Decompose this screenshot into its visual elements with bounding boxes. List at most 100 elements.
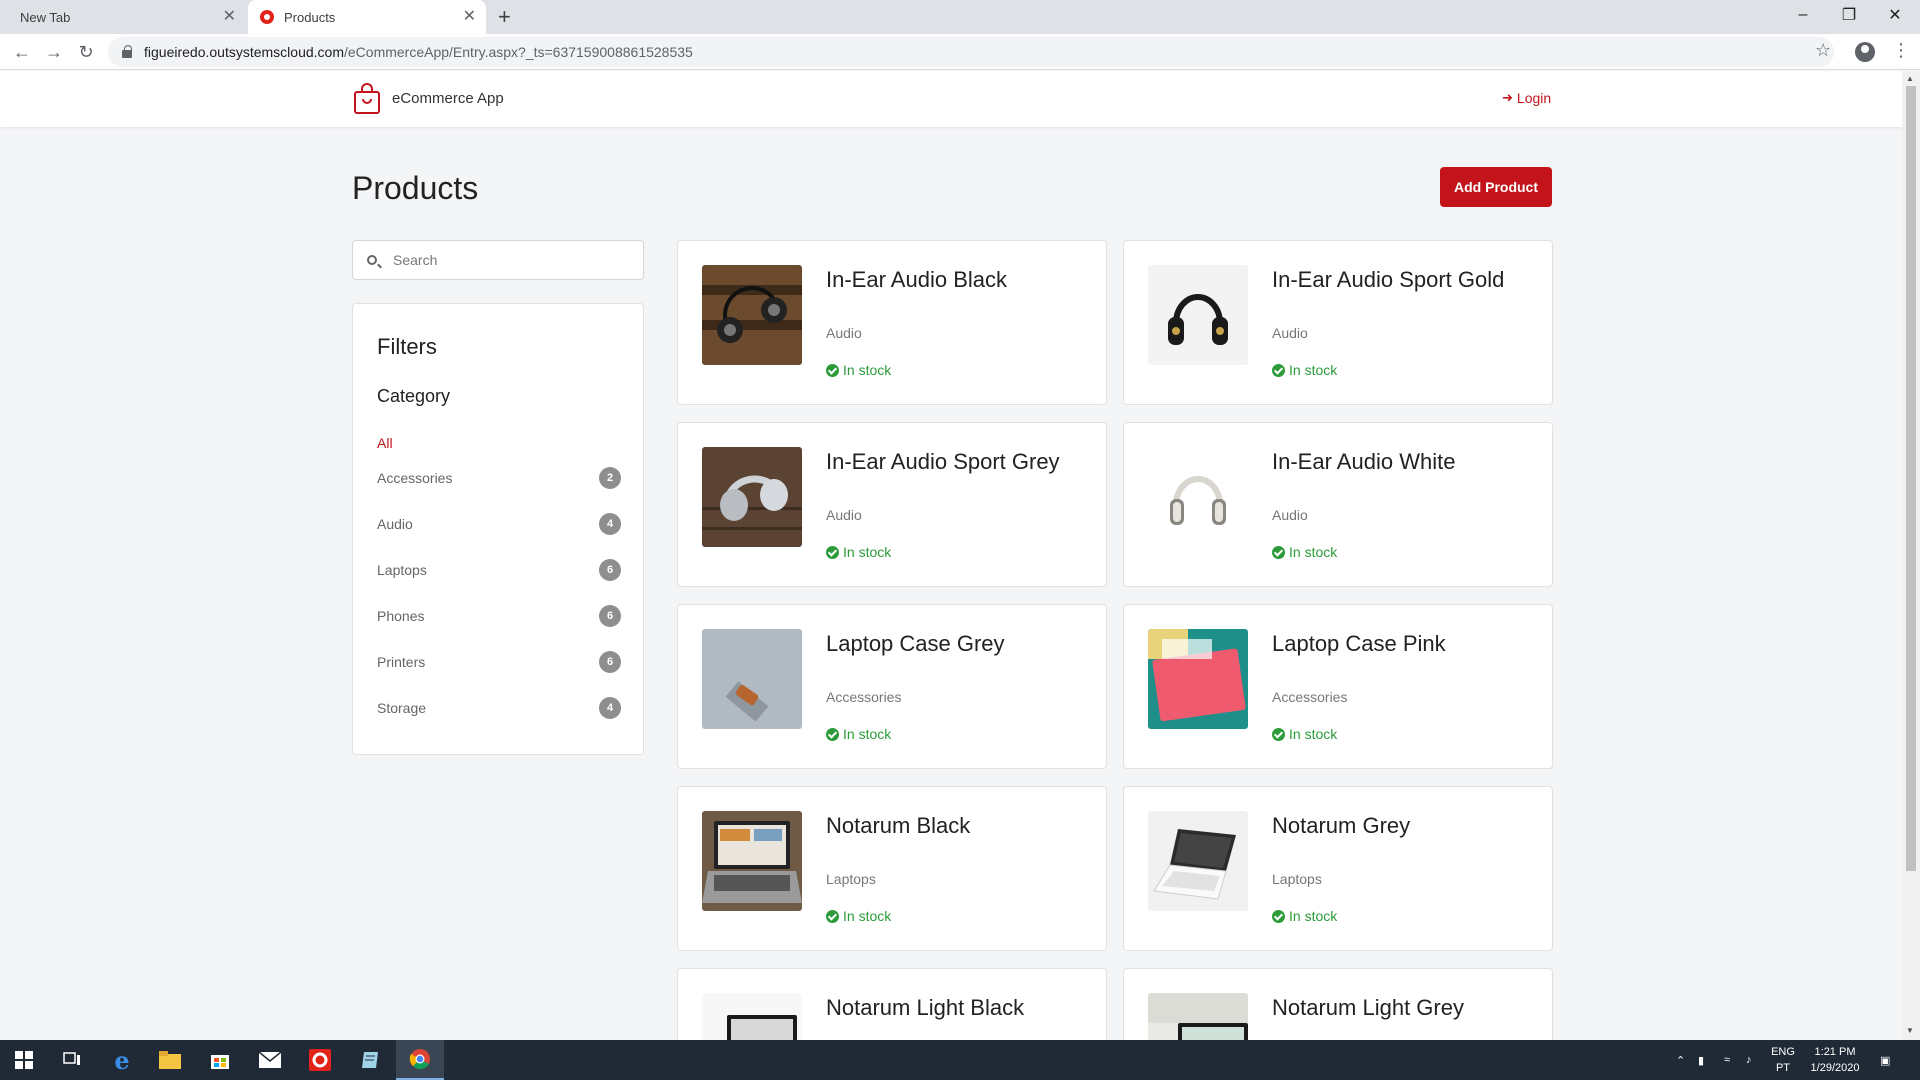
product-image[interactable]	[1148, 811, 1248, 911]
product-card[interactable]: Laptop Case Grey Accessories In stock	[677, 604, 1107, 769]
volume-icon[interactable]: ♪	[1746, 1040, 1752, 1080]
category-printers[interactable]: Printers 6	[377, 650, 621, 674]
mail-icon[interactable]	[246, 1040, 294, 1080]
stock-label: In stock	[1289, 726, 1338, 742]
search-box[interactable]	[352, 240, 644, 280]
stock-label: In stock	[843, 726, 892, 742]
product-card[interactable]: In-Ear Audio Sport Grey Audio In stock	[677, 422, 1107, 587]
new-tab-button[interactable]: +	[498, 4, 511, 30]
close-window-icon[interactable]: ✕	[1872, 0, 1918, 30]
product-name[interactable]: In-Ear Audio Sport Gold	[1272, 267, 1504, 293]
stock-label: In stock	[843, 544, 892, 560]
url-path: /eCommerceApp/Entry.aspx?_ts=63715900886…	[344, 44, 693, 60]
category-count-badge: 4	[599, 513, 621, 535]
app-name[interactable]: eCommerce App	[392, 90, 504, 107]
product-name[interactable]: Notarum Black	[826, 813, 970, 839]
product-image[interactable]	[702, 993, 802, 1040]
product-name[interactable]: In-Ear Audio Black	[826, 267, 1007, 293]
category-label: Laptops	[377, 562, 427, 578]
product-category: Laptops	[826, 871, 876, 887]
language-indicator[interactable]: ENG PT	[1768, 1044, 1798, 1076]
battery-icon[interactable]: ▮	[1698, 1040, 1704, 1080]
search-input[interactable]	[393, 252, 623, 268]
product-card[interactable]: Notarum Light Grey	[1123, 968, 1553, 1040]
product-name[interactable]: Laptop Case Pink	[1272, 631, 1446, 657]
category-phones[interactable]: Phones 6	[377, 604, 621, 628]
category-accessories[interactable]: Accessories 2	[377, 466, 621, 490]
product-image[interactable]	[702, 265, 802, 365]
tab-products[interactable]: Products ✕	[248, 0, 486, 34]
page-scrollbar[interactable]: ▲ ▼	[1902, 71, 1920, 1040]
category-laptops[interactable]: Laptops 6	[377, 558, 621, 582]
address-bar[interactable]: figueiredo.outsystemscloud.com/eCommerce…	[108, 37, 1834, 67]
close-icon[interactable]: ✕	[463, 8, 476, 26]
windows-start-icon[interactable]	[0, 1040, 48, 1080]
check-circle-icon	[826, 727, 839, 741]
category-audio[interactable]: Audio 4	[377, 512, 621, 536]
category-label: Audio	[377, 516, 413, 532]
product-image[interactable]	[1148, 447, 1248, 547]
product-card[interactable]: Notarum Black Laptops In stock	[677, 786, 1107, 951]
site-favicon-icon	[260, 10, 274, 24]
filters-title: Filters	[377, 334, 437, 359]
chrome-icon[interactable]	[396, 1040, 444, 1080]
product-image[interactable]	[1148, 629, 1248, 729]
product-name[interactable]: Notarum Grey	[1272, 813, 1410, 839]
shopping-bag-logo-icon[interactable]	[353, 83, 381, 115]
add-product-button[interactable]: Add Product	[1440, 167, 1552, 207]
product-category: Accessories	[826, 689, 902, 705]
category-count-badge: 6	[599, 559, 621, 581]
product-name[interactable]: In-Ear Audio White	[1272, 449, 1455, 475]
notepad-icon[interactable]	[346, 1040, 394, 1080]
restore-icon[interactable]: ❐	[1826, 0, 1872, 30]
product-name[interactable]: Notarum Light Black	[826, 995, 1024, 1021]
stock-label: In stock	[1289, 362, 1338, 378]
tab-new-tab[interactable]: New Tab ✕	[8, 0, 246, 34]
product-name[interactable]: Notarum Light Grey	[1272, 995, 1464, 1021]
close-icon[interactable]: ✕	[223, 8, 236, 26]
edge-browser-icon[interactable]: e	[98, 1040, 146, 1080]
check-circle-icon	[1272, 909, 1285, 923]
product-image[interactable]	[1148, 993, 1248, 1040]
store-icon[interactable]	[196, 1040, 244, 1080]
product-image[interactable]	[702, 811, 802, 911]
system-clock[interactable]: 1:21 PM 1/29/2020	[1800, 1044, 1870, 1076]
product-card[interactable]: Laptop Case Pink Accessories In stock	[1123, 604, 1553, 769]
product-category: Audio	[826, 507, 862, 523]
check-circle-icon	[1272, 363, 1285, 377]
file-explorer-icon[interactable]	[146, 1040, 194, 1080]
tab-label: Products	[284, 9, 336, 25]
scroll-thumb[interactable]	[1906, 86, 1916, 871]
product-card[interactable]: In-Ear Audio White Audio In stock	[1123, 422, 1553, 587]
product-name[interactable]: In-Ear Audio Sport Grey	[826, 449, 1060, 475]
profile-icon[interactable]	[1855, 42, 1875, 62]
network-icon[interactable]: ≈	[1724, 1040, 1730, 1080]
menu-icon[interactable]: ⋮	[1892, 40, 1910, 61]
clock-date: 1/29/2020	[1810, 1062, 1860, 1074]
product-card[interactable]: Notarum Grey Laptops In stock	[1123, 786, 1553, 951]
back-icon[interactable]: ←	[10, 40, 34, 64]
reload-icon[interactable]: ↻	[74, 40, 98, 64]
stock-label: In stock	[1289, 908, 1338, 924]
outsystems-app-icon[interactable]	[296, 1040, 344, 1080]
forward-icon[interactable]: →	[42, 40, 66, 64]
login-link[interactable]: ➜ Login	[1502, 90, 1551, 106]
scroll-up-icon[interactable]: ▲	[1906, 74, 1914, 83]
category-storage[interactable]: Storage 4	[377, 696, 621, 720]
product-name[interactable]: Laptop Case Grey	[826, 631, 1005, 657]
search-icon	[367, 255, 377, 265]
task-view-icon[interactable]	[48, 1040, 96, 1080]
product-image[interactable]	[702, 629, 802, 729]
scroll-down-icon[interactable]: ▼	[1906, 1026, 1914, 1035]
category-label: Phones	[377, 608, 425, 624]
bookmark-star-icon[interactable]: ☆	[1815, 40, 1831, 61]
product-image[interactable]	[1148, 265, 1248, 365]
product-card[interactable]: In-Ear Audio Sport Gold Audio In stock	[1123, 240, 1553, 405]
product-card[interactable]: Notarum Light Black	[677, 968, 1107, 1040]
category-all[interactable]: All	[377, 435, 393, 451]
product-card[interactable]: In-Ear Audio Black Audio In stock	[677, 240, 1107, 405]
notifications-icon[interactable]: ▣	[1880, 1040, 1890, 1080]
show-hidden-icons[interactable]: ⌃	[1676, 1040, 1685, 1080]
product-image[interactable]	[702, 447, 802, 547]
minimize-icon[interactable]: –	[1780, 0, 1826, 30]
